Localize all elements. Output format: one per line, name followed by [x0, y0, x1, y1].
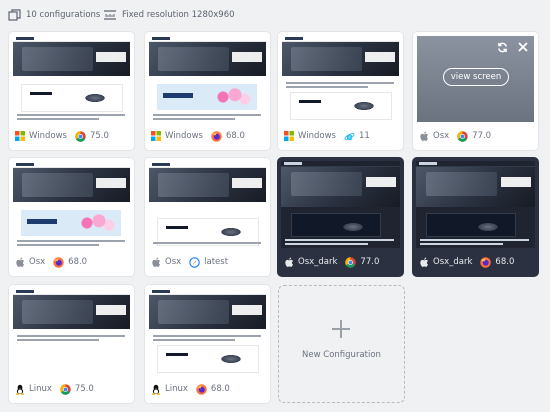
config-card[interactable]: Osx_dark 68.0 — [413, 158, 538, 276]
os-name: Osx — [29, 257, 46, 267]
config-card[interactable]: Windows 68.0 — [145, 32, 270, 150]
windows-icon — [151, 131, 161, 141]
config-card[interactable]: Osx 68.0 — [9, 158, 134, 276]
os-name: Linux — [165, 384, 188, 394]
os-name: Osx — [165, 257, 182, 267]
os-name: Osx_dark — [433, 257, 473, 267]
toolbar: 10 configurations Fixed resolution 1280x… — [0, 0, 550, 30]
config-card[interactable]: Linux 68.0 — [145, 285, 270, 403]
linux-icon — [151, 384, 161, 395]
screenshot-thumbnail[interactable] — [149, 289, 266, 375]
os-name: Windows — [298, 131, 336, 141]
browser-version: 77.0 — [472, 131, 492, 141]
ad-banner — [426, 213, 516, 237]
chrome-icon — [457, 130, 468, 142]
screenshot-thumbnail[interactable] — [281, 161, 400, 248]
os-name: Windows — [29, 131, 67, 141]
apple-icon — [420, 130, 429, 141]
chrome-icon — [60, 383, 71, 395]
screenshot-thumbnail[interactable] — [282, 36, 399, 122]
browser-version: 68.0 — [210, 384, 230, 394]
windows-icon — [284, 131, 294, 141]
browser-version: 11 — [358, 131, 370, 141]
close-icon[interactable] — [518, 42, 528, 52]
ad-banner — [21, 210, 121, 236]
screenshot-thumbnail[interactable] — [13, 289, 130, 375]
new-configuration-button[interactable]: New Configuration — [278, 285, 405, 403]
browser-version: 75.0 — [74, 384, 94, 394]
browser-version: 68.0 — [68, 257, 88, 267]
screenshot-thumbnail[interactable] — [416, 161, 535, 248]
config-card[interactable]: Windows 75.0 — [9, 32, 134, 150]
config-card[interactable]: Windows e 11 — [278, 32, 403, 150]
screenshot-thumbnail[interactable]: view screen — [417, 36, 534, 122]
firefox-icon — [196, 383, 207, 395]
ad-banner — [21, 84, 123, 112]
plus-icon — [332, 320, 350, 338]
linux-icon — [15, 384, 25, 395]
config-card[interactable]: Osx_dark 77.0 — [278, 158, 403, 276]
screenshot-thumbnail[interactable] — [13, 36, 130, 122]
chrome-icon — [75, 130, 86, 142]
ad-banner — [157, 345, 259, 373]
chrome-icon — [345, 256, 357, 268]
os-name: Osx_dark — [298, 257, 338, 267]
browser-version: latest — [204, 257, 229, 267]
screenshot-thumbnail[interactable] — [13, 162, 130, 248]
resolution-icon — [104, 10, 116, 20]
os-name: Linux — [29, 384, 52, 394]
firefox-icon — [480, 256, 492, 268]
resolution-label: Fixed resolution 1280x960 — [122, 10, 235, 20]
ad-banner — [290, 92, 392, 120]
apple-icon — [152, 256, 161, 267]
view-screen-button[interactable]: view screen — [443, 68, 509, 86]
config-card[interactable]: view screen Osx 77.0 — [413, 32, 538, 150]
os-name: Windows — [165, 131, 203, 141]
ad-banner — [291, 213, 381, 237]
windows-icon — [15, 131, 25, 141]
screenshot-thumbnail[interactable] — [149, 36, 266, 122]
apple-icon — [16, 256, 25, 267]
safari-icon — [189, 256, 200, 268]
browser-version: 77.0 — [360, 257, 380, 267]
resolution-info: Fixed resolution 1280x960 — [103, 9, 235, 21]
screenshot-thumbnail[interactable] — [149, 162, 266, 248]
config-count: 10 configurations — [8, 9, 100, 21]
browser-version: 75.0 — [89, 131, 109, 141]
browser-version: 68.0 — [225, 131, 245, 141]
config-card[interactable]: Linux 75.0 — [9, 285, 134, 403]
internet-explorer-icon: e — [344, 131, 355, 142]
refresh-icon[interactable] — [497, 42, 508, 53]
firefox-icon — [53, 256, 64, 268]
config-count-label: 10 configurations — [26, 10, 101, 20]
apple-icon — [285, 256, 294, 267]
new-configuration-label: New Configuration — [302, 350, 381, 360]
browser-version: 68.0 — [495, 257, 515, 267]
ad-banner — [157, 84, 257, 110]
apple-icon — [420, 256, 429, 267]
firefox-icon — [211, 130, 222, 142]
config-card[interactable]: Osx latest — [145, 158, 270, 276]
configurations-icon — [8, 9, 21, 21]
os-name: Osx — [433, 131, 450, 141]
